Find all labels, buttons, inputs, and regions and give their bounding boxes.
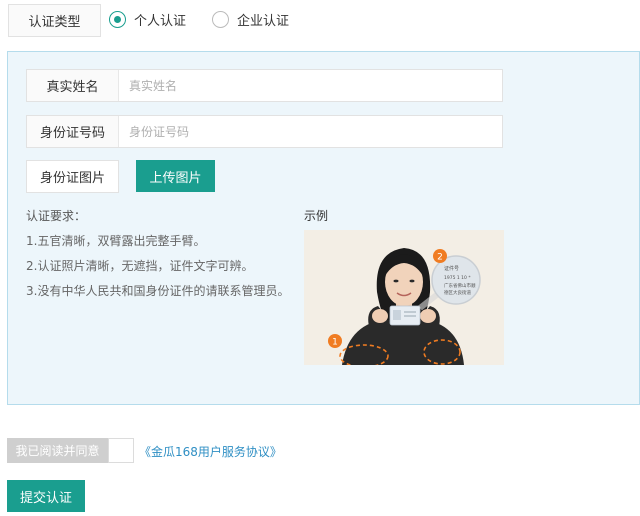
service-agreement-link[interactable]: 《金瓜168用户服务协议》 — [139, 443, 282, 460]
name-field-label: 真实姓名 — [27, 70, 119, 101]
requirement-item: 1.五官清晰，双臂露出完整手臂。 — [26, 234, 206, 248]
card-line: 证件号 — [444, 265, 459, 272]
auth-form-panel: 真实姓名 身份证号码 身份证图片 上传图片 认证要求： 1.五官清晰，双臂露出完… — [7, 51, 640, 405]
card-line: 广东省佛山市顺 — [444, 282, 476, 289]
auth-type-label: 认证类型 — [8, 4, 101, 37]
example-title: 示例 — [304, 209, 329, 223]
id-photo-label: 身份证图片 — [26, 160, 119, 193]
name-input[interactable] — [119, 70, 502, 101]
requirements-title: 认证要求： — [26, 209, 87, 223]
id-number-field-label: 身份证号码 — [27, 116, 119, 147]
id-number-field: 身份证号码 — [26, 115, 503, 148]
agree-checkbox[interactable] — [108, 438, 134, 463]
marker-2-label: 2 — [437, 253, 443, 263]
marker-1-label: 1 — [332, 338, 338, 348]
id-number-input[interactable] — [119, 116, 502, 147]
radio-personal-label: 个人认证 — [134, 14, 187, 29]
name-field: 真实姓名 — [26, 69, 503, 102]
radio-personal-auth[interactable]: 个人认证 — [109, 10, 186, 29]
submit-auth-button[interactable]: 提交认证 — [7, 480, 85, 512]
card-line: 德区大良街道 — [444, 289, 471, 296]
agree-label: 我已阅读并同意 — [7, 438, 108, 463]
requirement-item: 2.认证照片清晰，无遮挡，证件文字可辨。 — [26, 259, 254, 273]
requirement-item: 3.没有中华人民共和国身份证件的请联系管理员。 — [26, 284, 290, 298]
card-line: 1975 1 10 * — [444, 275, 471, 281]
example-photo: 证件号 1975 1 10 * 广东省佛山市顺 德区大良街道 1 2 — [304, 230, 504, 365]
example-photo-illustration: 证件号 1975 1 10 * 广东省佛山市顺 德区大良街道 1 2 — [304, 230, 504, 365]
upload-image-button[interactable]: 上传图片 — [136, 160, 215, 192]
radio-company-auth[interactable]: 企业认证 — [212, 10, 289, 29]
radio-unchecked-icon[interactable] — [212, 11, 229, 28]
radio-checked-icon[interactable] — [109, 11, 126, 28]
radio-company-label: 企业认证 — [237, 14, 290, 29]
